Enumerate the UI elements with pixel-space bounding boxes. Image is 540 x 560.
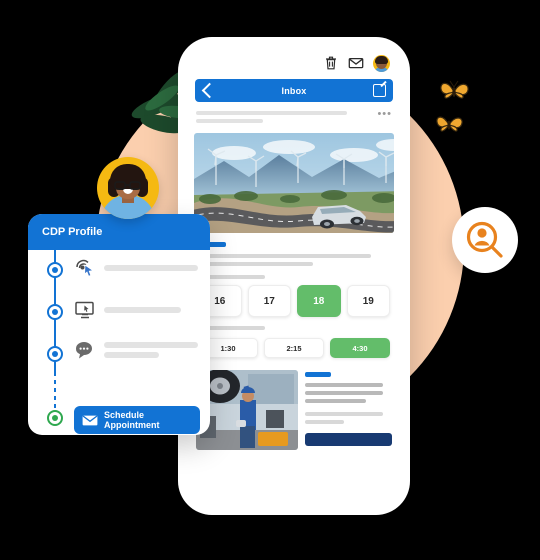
cdp-profile-card: CDP Profile Schedule Appointment	[28, 214, 210, 435]
envelope-icon	[82, 414, 98, 425]
placeholder-line	[305, 420, 345, 424]
timeline-node[interactable]	[47, 304, 63, 320]
chat-bubble-icon	[75, 342, 92, 359]
monitor-cursor-icon	[75, 301, 94, 319]
inbox-nav-bar: Inbox	[195, 79, 393, 102]
click-target-icon	[76, 259, 95, 277]
time-chip-selected[interactable]: 4:30	[330, 338, 390, 358]
person-search-icon	[466, 221, 503, 258]
cdp-card-header: CDP Profile	[28, 214, 210, 250]
message-preview[interactable]: •••	[186, 102, 402, 131]
service-text	[305, 370, 392, 450]
phone-screen: Inbox ••• 16 17 18 19 1:30 2:15 4:30	[186, 45, 402, 507]
placeholder-line	[198, 262, 314, 266]
trash-icon[interactable]	[323, 55, 339, 71]
time-chip[interactable]: 2:15	[264, 338, 324, 358]
placeholder-line	[305, 383, 384, 387]
timeline-rail-dashed	[54, 372, 56, 412]
placeholder-line	[305, 391, 384, 395]
timeline-item	[74, 340, 198, 360]
compose-icon[interactable]	[373, 84, 386, 97]
timeline-node[interactable]	[47, 262, 63, 278]
schedule-appointment-button[interactable]: Schedule Appointment	[74, 406, 200, 434]
phone-status-actions	[186, 45, 402, 77]
person-search-badge[interactable]	[452, 207, 518, 273]
cdp-card-title: CDP Profile	[42, 226, 103, 238]
timeline-node-active[interactable]	[47, 410, 63, 426]
butterfly-icon	[440, 80, 469, 99]
date-picker[interactable]: 16 17 18 19	[198, 285, 390, 317]
envelope-icon[interactable]	[348, 55, 364, 71]
date-chip-selected[interactable]: 18	[297, 285, 341, 317]
overflow-menu-icon[interactable]: •••	[377, 109, 392, 120]
cdp-timeline: Schedule Appointment	[28, 250, 210, 434]
service-image	[196, 370, 298, 450]
time-picker[interactable]: 1:30 2:15 4:30	[198, 338, 390, 358]
page-title: Inbox	[281, 85, 307, 96]
section-accent-bar	[305, 372, 331, 377]
date-chip[interactable]: 19	[346, 285, 390, 317]
timeline-node[interactable]	[47, 346, 63, 362]
schedule-appointment-label: Schedule Appointment	[104, 410, 160, 430]
phone-mockup: Inbox ••• 16 17 18 19 1:30 2:15 4:30	[178, 37, 410, 515]
butterfly-icon	[436, 116, 463, 132]
timeline-item	[74, 258, 198, 278]
timeline-item	[74, 300, 198, 320]
placeholder-line	[305, 412, 384, 416]
hero-image	[194, 133, 394, 233]
service-cta-button[interactable]	[305, 433, 392, 446]
service-section	[186, 360, 402, 450]
appointment-section: 16 17 18 19 1:30 2:15 4:30	[186, 233, 402, 360]
date-chip[interactable]: 17	[247, 285, 291, 317]
glasses-icon	[114, 181, 141, 190]
placeholder-line	[198, 254, 371, 258]
profile-avatar	[97, 157, 159, 219]
illustration-stage: Inbox ••• 16 17 18 19 1:30 2:15 4:30 CDP…	[0, 0, 540, 560]
placeholder-line	[305, 399, 366, 403]
avatar[interactable]	[373, 54, 390, 72]
